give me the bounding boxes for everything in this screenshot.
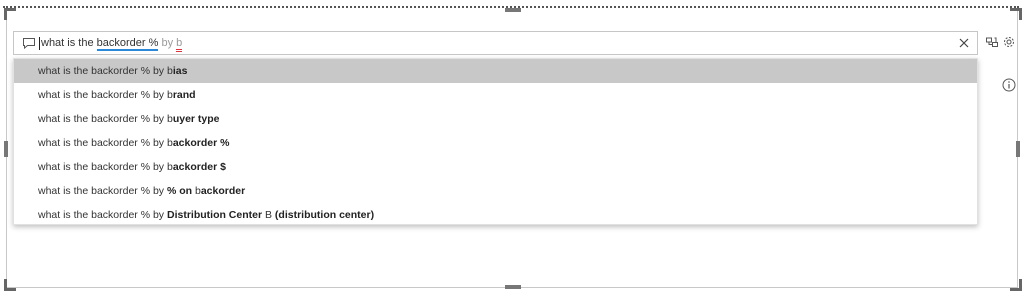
resize-handle-top-right[interactable] bbox=[1010, 8, 1022, 20]
suggestion-prefix: what is the backorder % by bbox=[38, 89, 167, 101]
suggestion-completion: ackorder % bbox=[172, 137, 230, 149]
query-prefix: what is the bbox=[41, 37, 97, 49]
qa-visual-canvas: what is the backorder % by b what is the… bbox=[0, 0, 1024, 302]
suggestion-suffix: ackorder bbox=[200, 185, 246, 197]
chat-bubble-icon bbox=[23, 38, 35, 50]
clear-question-button[interactable] bbox=[957, 36, 971, 50]
question-text: what is the backorder % by b bbox=[41, 37, 183, 52]
resize-handle-bottom-left[interactable] bbox=[4, 279, 16, 291]
resize-handle-bottom[interactable] bbox=[505, 285, 521, 289]
suggestion-item[interactable]: what is the backorder % by bias bbox=[14, 59, 977, 83]
suggestion-item[interactable]: what is the backorder % by backorder $ bbox=[14, 155, 977, 179]
suggestion-item[interactable]: what is the backorder % by buyer type bbox=[14, 107, 977, 131]
gear-icon[interactable] bbox=[1002, 35, 1016, 49]
suggestion-completion: rand bbox=[172, 89, 196, 101]
query-by: by bbox=[158, 37, 177, 49]
suggestion-item[interactable]: what is the backorder % by % on backorde… bbox=[14, 179, 977, 203]
resize-handle-right[interactable] bbox=[1016, 141, 1020, 157]
suggestion-completion: uyer type bbox=[172, 113, 220, 125]
resize-handle-top-left[interactable] bbox=[4, 8, 16, 20]
qa-question-input[interactable]: what is the backorder % by b bbox=[13, 31, 978, 55]
suggestion-prefix: what is the backorder % by bbox=[38, 161, 167, 173]
suggestion-match: % on bbox=[166, 185, 195, 197]
resize-handle-bottom-right[interactable] bbox=[1010, 279, 1022, 291]
suggestion-completion: ias bbox=[172, 65, 188, 77]
suggestion-completion: ackorder $ bbox=[172, 161, 226, 173]
resize-handle-top[interactable] bbox=[505, 8, 521, 12]
close-icon bbox=[959, 38, 969, 48]
suggestion-prefix: what is the backorder % by bbox=[38, 113, 167, 125]
text-cursor bbox=[39, 36, 40, 50]
suggestion-completion: B bbox=[262, 209, 275, 221]
query-keyword: backorder % bbox=[96, 37, 159, 51]
suggestion-prefix: what is the backorder % by bbox=[38, 185, 167, 197]
suggestion-dropdown: what is the backorder % by bias what is … bbox=[13, 58, 978, 225]
suggestion-match: Distribution Center bbox=[166, 209, 263, 221]
suggestion-item[interactable]: what is the backorder % by backorder % bbox=[14, 131, 977, 155]
resize-handle-left[interactable] bbox=[4, 141, 8, 157]
info-icon[interactable] bbox=[1002, 78, 1016, 92]
suggestion-prefix: what is the backorder % by bbox=[38, 137, 167, 149]
suggestion-prefix: what is the backorder % by bbox=[38, 209, 167, 221]
suggestion-suffix: (distribution center) bbox=[274, 209, 375, 221]
suggestion-prefix: what is the backorder % by bbox=[38, 65, 167, 77]
suggestion-item[interactable]: what is the backorder % by Distribution … bbox=[14, 203, 977, 227]
query-partial: b bbox=[176, 37, 183, 52]
sync-icon[interactable] bbox=[985, 35, 999, 49]
suggestion-item[interactable]: what is the backorder % by brand bbox=[14, 83, 977, 107]
